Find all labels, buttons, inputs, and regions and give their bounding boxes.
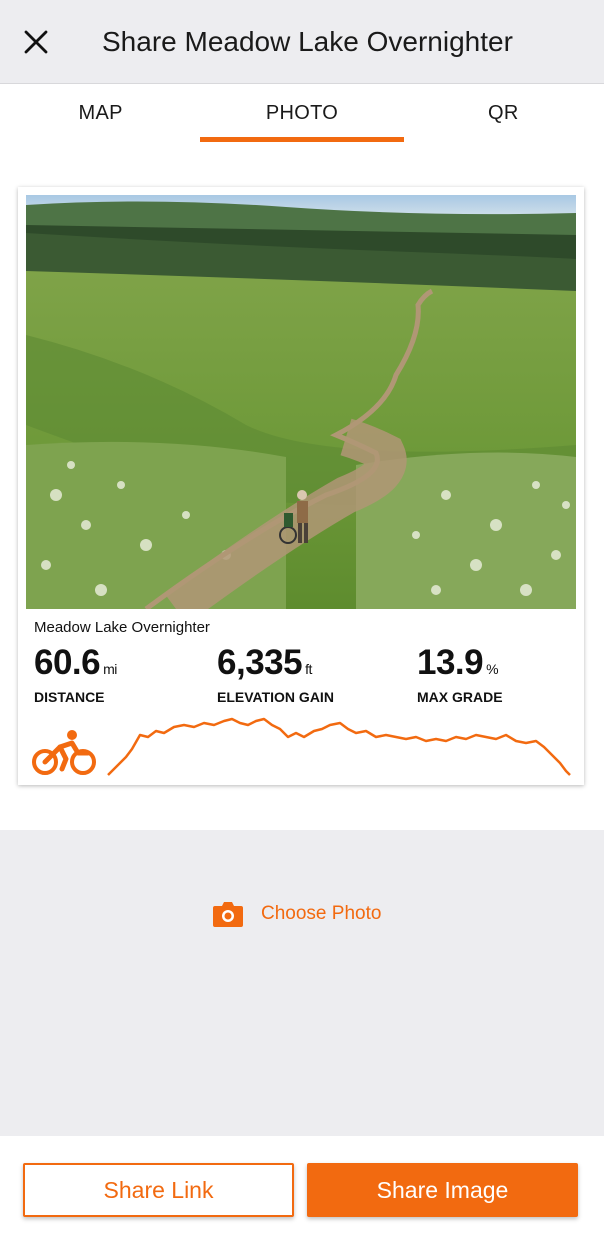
elevation-label: ELEVATION GAIN: [217, 689, 334, 705]
share-card: Meadow Lake Overnighter 60.6 mi DISTANCE …: [18, 187, 584, 785]
tab-map[interactable]: MAP: [0, 84, 201, 142]
camera-icon: [213, 902, 243, 927]
close-icon: [24, 30, 48, 54]
grade-value: 13.9: [417, 643, 484, 682]
share-link-button[interactable]: Share Link: [23, 1163, 294, 1217]
tab-photo[interactable]: PHOTO: [200, 84, 404, 142]
route-name: Meadow Lake Overnighter: [34, 619, 210, 636]
page-title: Share Meadow Lake Overnighter: [102, 26, 513, 57]
choose-photo-label: Choose Photo: [261, 903, 382, 924]
route-photo[interactable]: [26, 195, 576, 609]
app-header: Share Meadow Lake Overnighter: [0, 0, 604, 84]
footer-actions: Share Link Share Image: [0, 1136, 604, 1240]
distance-unit: mi: [103, 661, 117, 677]
choose-photo-button[interactable]: Choose Photo: [212, 898, 381, 930]
grade-unit: %: [486, 661, 499, 677]
share-image-button[interactable]: Share Image: [307, 1163, 578, 1217]
stat-max-grade: 13.9% MAX GRADE: [417, 643, 503, 705]
grade-label: MAX GRADE: [417, 689, 503, 705]
elevation-value: 6,335: [217, 643, 303, 682]
stat-elevation: 6,335 ft ELEVATION GAIN: [217, 643, 334, 705]
elevation-unit: ft: [305, 661, 312, 677]
elevation-profile: [107, 717, 571, 776]
close-button[interactable]: [14, 20, 58, 64]
tab-qr[interactable]: QR: [403, 84, 604, 142]
distance-value: 60.6: [34, 643, 101, 682]
tab-bar: MAP PHOTO QR: [0, 84, 604, 142]
cyclist-icon: [32, 730, 96, 775]
distance-label: DISTANCE: [34, 689, 105, 705]
stat-distance: 60.6 mi DISTANCE: [34, 643, 117, 705]
